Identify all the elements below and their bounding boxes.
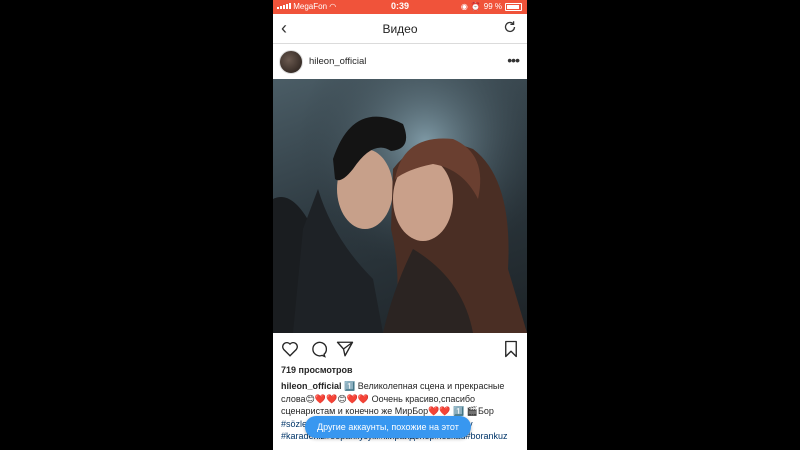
post-header: hileon_official ••• xyxy=(273,44,527,79)
status-bar: MegaFon ◠ 0:39 ◉ ⏰ 99 % xyxy=(273,0,527,14)
status-right: ◉ ⏰ 99 % xyxy=(461,2,522,11)
suggested-accounts-button[interactable]: Другие аккаунты, похожие на этот xyxy=(305,416,471,438)
share-icon[interactable] xyxy=(336,340,354,358)
refresh-icon[interactable] xyxy=(503,20,517,34)
comment-icon[interactable] xyxy=(309,340,327,358)
heart-icon[interactable] xyxy=(281,340,299,358)
bookmark-icon[interactable] xyxy=(503,340,519,358)
nav-bar: ‹ Видео xyxy=(273,14,527,44)
view-count: 719 просмотров xyxy=(281,365,353,375)
post-username[interactable]: hileon_official xyxy=(309,56,366,67)
alarm-icon: ⏰ xyxy=(470,2,481,11)
phone-screen: MegaFon ◠ 0:39 ◉ ⏰ 99 % ‹ Видео hileon_o… xyxy=(273,0,527,450)
video-player[interactable] xyxy=(273,79,527,333)
avatar[interactable] xyxy=(279,50,303,74)
lock-rotation-icon: ◉ xyxy=(460,2,468,11)
caption-username[interactable]: hileon_official xyxy=(281,381,342,391)
video-frame xyxy=(273,79,527,333)
battery-percent: 99 % xyxy=(483,2,502,11)
battery-icon xyxy=(505,2,522,11)
page-title: Видео xyxy=(382,22,418,36)
action-bar xyxy=(273,336,527,362)
more-options-icon[interactable]: ••• xyxy=(507,52,520,68)
